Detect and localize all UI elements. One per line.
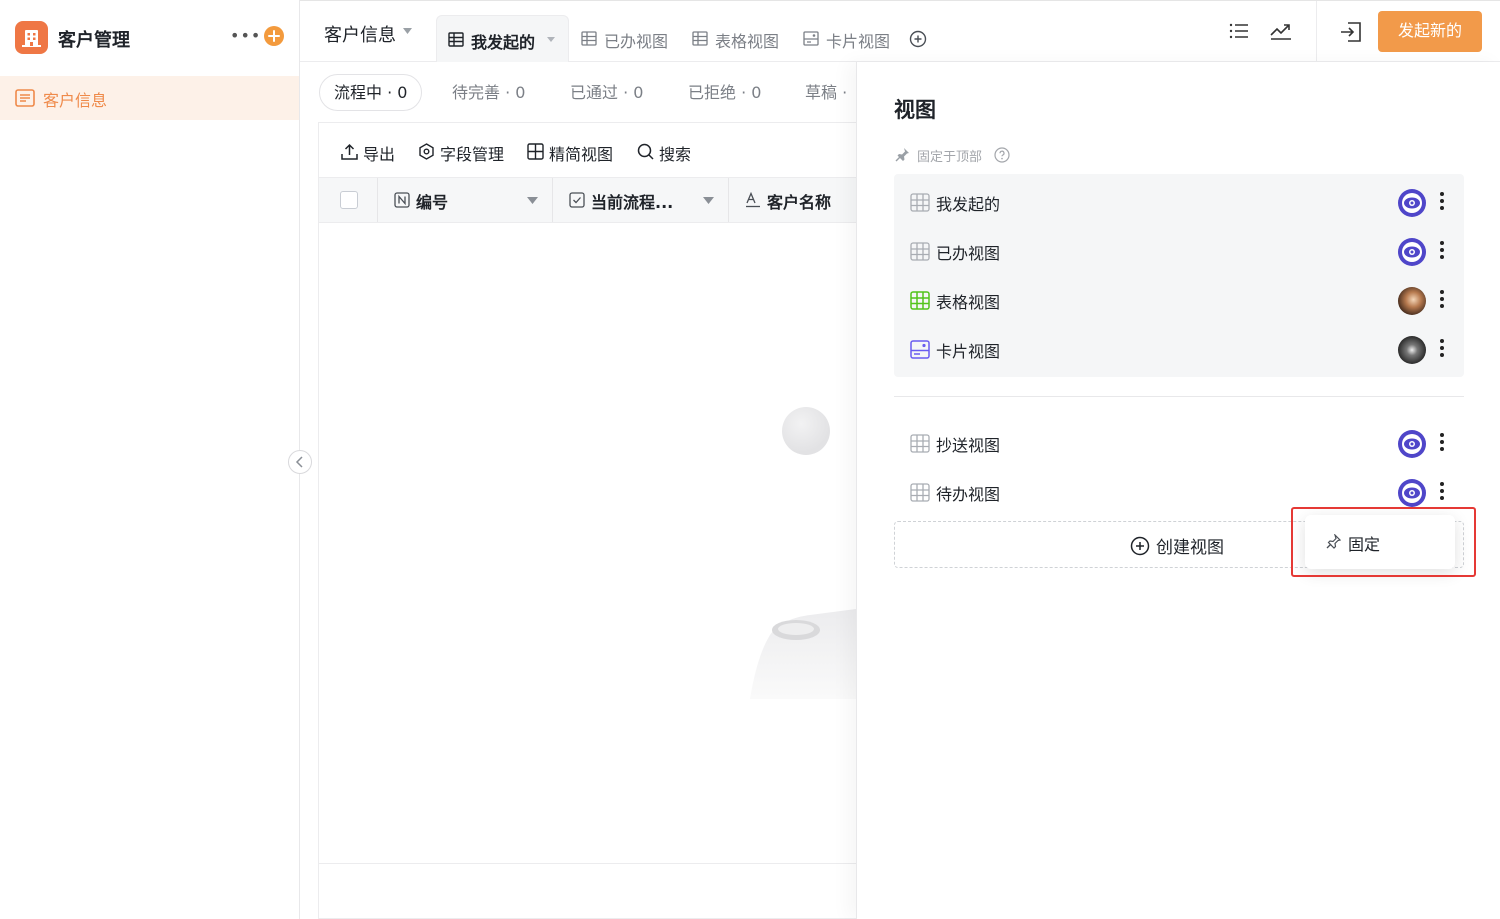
select-all-checkbox[interactable] [340, 191, 358, 209]
topbar: 客户信息 我发起的 已办视图 表格视图 卡片视图 发起新的 [300, 0, 1500, 63]
column-header-current-process[interactable]: 当前流程... [553, 178, 729, 222]
view-item-cc-view[interactable]: 抄送视图 [894, 418, 1464, 467]
column-header-customer-name[interactable]: 客户名称 [729, 178, 857, 222]
view-item-my-initiated[interactable]: 我发起的 [894, 177, 1464, 226]
more-vertical-icon[interactable] [1439, 289, 1445, 309]
page-title[interactable]: 客户信息 [324, 21, 396, 47]
start-new-button[interactable]: 发起新的 [1378, 11, 1482, 52]
table-icon [910, 193, 930, 212]
filter-in-progress[interactable]: 流程中 · 0 [319, 74, 423, 111]
more-vertical-icon[interactable] [1439, 432, 1445, 452]
table-icon [692, 31, 708, 46]
caret-down-icon[interactable] [547, 37, 555, 42]
app-title: 客户管理 [58, 30, 130, 51]
card-icon-purple [910, 340, 930, 359]
more-vertical-icon[interactable] [1439, 191, 1445, 211]
eye-avatar [1398, 430, 1426, 458]
view-panel-title: 视图 [894, 98, 936, 122]
highlight-box [1291, 507, 1476, 577]
eye-avatar [1398, 238, 1426, 266]
settings-icon [418, 143, 435, 160]
table-icon [910, 483, 930, 502]
pinned-views-list: 我发起的 已办视图 表格视图 卡片视图 [894, 174, 1464, 377]
grid-icon [527, 143, 544, 160]
add-circle-icon [1130, 536, 1150, 556]
import-icon[interactable] [1340, 22, 1362, 42]
add-view-icon[interactable] [909, 30, 927, 48]
table-icon-green [910, 291, 930, 310]
tab-my-initiated[interactable]: 我发起的 [436, 15, 569, 62]
checkbox-field-icon [569, 192, 585, 208]
table-icon [581, 31, 597, 46]
eye-avatar [1398, 189, 1426, 217]
table-icon [910, 434, 930, 453]
sidebar-header: 客户管理 ••• [0, 0, 300, 74]
unpinned-views-list: 抄送视图 待办视图 [894, 418, 1464, 518]
more-vertical-icon[interactable] [1439, 481, 1445, 501]
view-panel: 视图 固定于顶部 我发起的 已办视图 表格视图 卡片视图 抄送视图 待办视图 创… [856, 62, 1500, 919]
empty-state-illustration [740, 400, 856, 700]
divider [894, 396, 1464, 397]
tab-done-view[interactable]: 已办视图 [581, 15, 681, 62]
column-header-number[interactable]: 编号 [378, 178, 553, 222]
collapse-sidebar-button[interactable] [288, 450, 312, 474]
eye-avatar [1398, 479, 1426, 507]
filter-to-complete[interactable]: 待完善 · 0 [452, 74, 525, 111]
form-icon [15, 89, 35, 107]
more-vertical-icon[interactable] [1439, 240, 1445, 260]
more-vertical-icon[interactable] [1439, 338, 1445, 358]
filter-draft[interactable]: 草稿 · [805, 74, 847, 111]
add-icon[interactable] [264, 26, 284, 46]
tab-table-view[interactable]: 表格视图 [692, 15, 792, 62]
pin-icon [895, 147, 910, 162]
more-icon[interactable]: ••• [230, 26, 261, 45]
caret-down-icon[interactable] [403, 28, 412, 34]
list-icon[interactable] [1229, 22, 1249, 40]
divider [1316, 1, 1317, 63]
number-field-icon [394, 192, 410, 208]
table-icon [910, 242, 930, 261]
table-header: 编号 当前流程... 客户名称 [319, 177, 857, 223]
filter-rejected[interactable]: 已拒绝 · 0 [688, 74, 761, 111]
table-footer-divider [319, 863, 857, 864]
filter-approved[interactable]: 已通过 · 0 [570, 74, 643, 111]
table-icon [448, 32, 464, 47]
photo-avatar-brown [1398, 287, 1426, 315]
tab-card-view[interactable]: 卡片视图 [803, 15, 903, 62]
sidebar-item-customer-info[interactable]: 客户信息 [0, 76, 299, 120]
help-icon[interactable] [994, 147, 1010, 163]
caret-down-icon[interactable] [527, 197, 538, 204]
card-icon [803, 31, 819, 46]
view-item-done-view[interactable]: 已办视图 [894, 226, 1464, 275]
select-all-cell [319, 178, 378, 222]
view-item-table-view[interactable]: 表格视图 [894, 275, 1464, 324]
sidebar-item-label: 客户信息 [43, 91, 108, 110]
sidebar: 客户管理 ••• 客户信息 [0, 0, 300, 919]
trend-chart-icon[interactable] [1270, 22, 1292, 40]
search-icon [637, 143, 654, 160]
photo-avatar-dark [1398, 336, 1426, 364]
view-item-card-view[interactable]: 卡片视图 [894, 324, 1464, 373]
text-field-icon [745, 192, 761, 208]
upload-icon [341, 143, 358, 160]
caret-down-icon[interactable] [703, 197, 714, 204]
app-building-icon [15, 21, 48, 54]
